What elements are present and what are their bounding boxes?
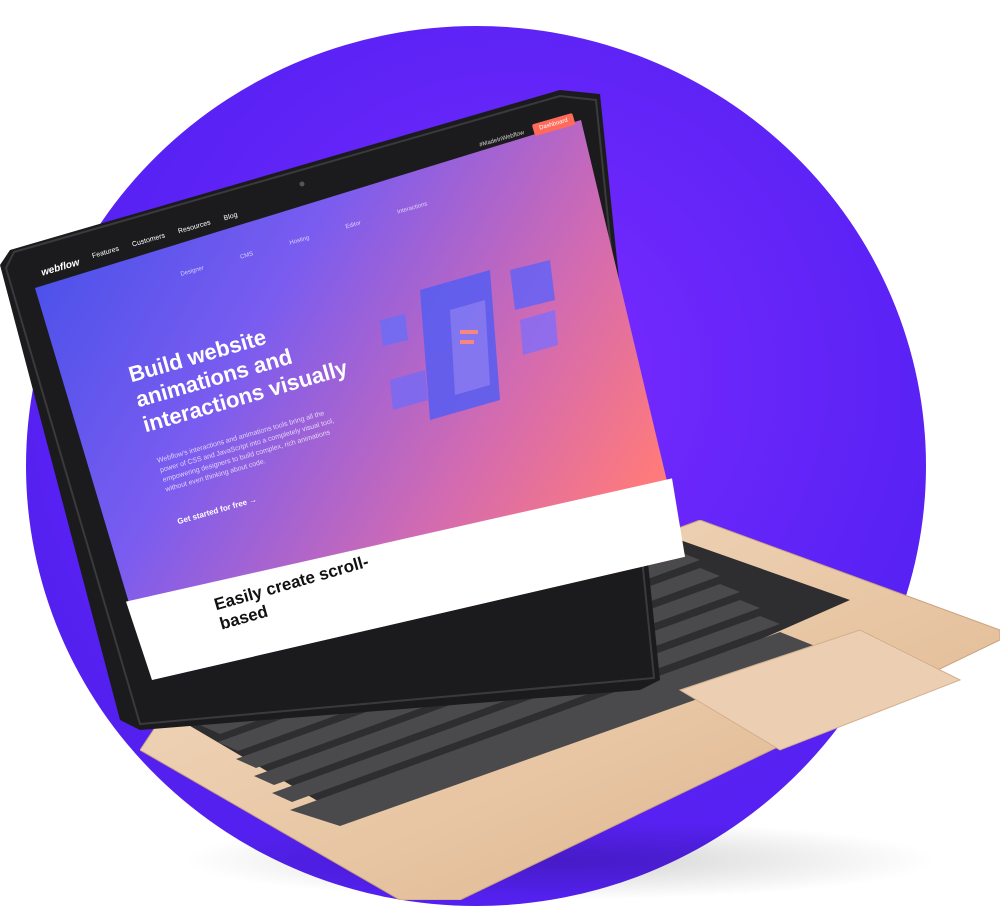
laptop-screen xyxy=(35,120,685,680)
interactions-illustration xyxy=(380,250,580,430)
